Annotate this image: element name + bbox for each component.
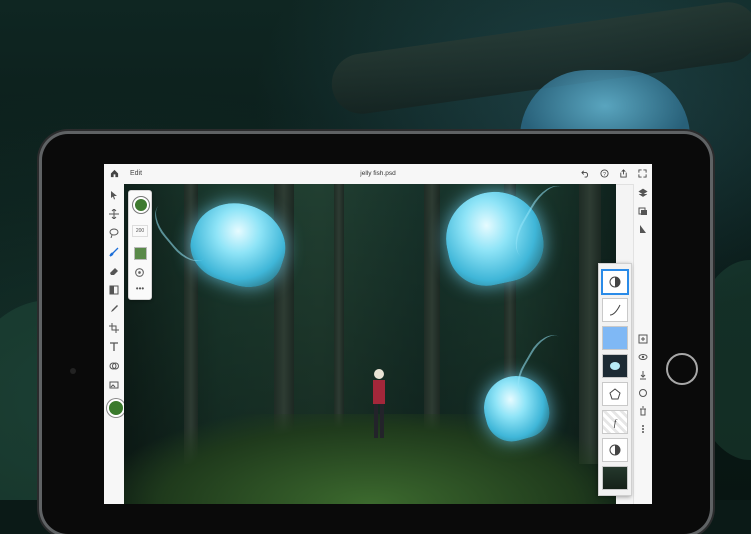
image-icon (610, 362, 620, 370)
fullscreen-icon[interactable] (638, 169, 647, 178)
layer-thumbnail-adjustment[interactable] (602, 270, 628, 294)
adjustments-icon[interactable] (638, 224, 648, 234)
layer-properties-icon[interactable] (638, 206, 648, 216)
shape-icon (609, 388, 621, 400)
image-icon[interactable] (109, 380, 119, 390)
brush-size-field[interactable]: 200 (132, 225, 148, 237)
right-toolbar (633, 184, 652, 504)
eraser-icon[interactable] (109, 266, 119, 276)
add-layer-icon[interactable] (638, 334, 648, 344)
image-canvas[interactable] (124, 184, 616, 504)
adjust-icon (609, 444, 621, 456)
layers-panel: f (598, 263, 632, 496)
select-icon[interactable] (109, 190, 119, 200)
more-options-button[interactable]: ••• (129, 285, 151, 293)
left-toolbar (104, 184, 125, 504)
gradient-icon[interactable] (109, 285, 119, 295)
text-icon[interactable] (109, 342, 119, 352)
delete-icon[interactable] (638, 406, 648, 416)
brush-color-swatch[interactable] (133, 197, 149, 213)
hiker-figure (373, 369, 385, 438)
layer-thumbnail-adjustment-2[interactable] (602, 438, 628, 462)
layers-icon[interactable] (638, 188, 648, 198)
clone-icon[interactable] (109, 361, 119, 371)
camera-icon (70, 368, 76, 374)
app-screen: Edit jelly fish.psd ? 200 ••• f (104, 164, 652, 504)
layer-thumbnail-color-fill[interactable] (602, 326, 628, 350)
layer-thumbnail-background-photo[interactable] (602, 466, 628, 490)
brush-icon[interactable] (109, 247, 119, 257)
brush-options-panel: 200 ••• (128, 190, 152, 300)
ipad-device: Edit jelly fish.psd ? 200 ••• f (42, 134, 710, 534)
more-icon[interactable] (638, 424, 648, 434)
lasso-icon[interactable] (109, 228, 119, 238)
curve-icon (609, 304, 621, 316)
crop-icon[interactable] (109, 323, 119, 333)
brush-settings-icon[interactable] (134, 267, 145, 278)
document-title: jelly fish.psd (360, 170, 396, 177)
layer-thumbnail-shape[interactable] (602, 382, 628, 406)
home-button[interactable] (666, 353, 698, 385)
visibility-icon[interactable] (638, 352, 648, 362)
undo-icon[interactable] (581, 169, 590, 178)
eyedropper-icon[interactable] (109, 304, 119, 314)
foreground-color-swatch[interactable] (107, 399, 125, 417)
share-icon[interactable] (619, 169, 628, 178)
layer-thumbnail-curve[interactable] (602, 298, 628, 322)
text-icon: f (614, 418, 618, 428)
brush-texture-swatch[interactable] (134, 247, 147, 260)
layer-text-glyph: f (614, 418, 618, 428)
merge-icon[interactable] (638, 370, 648, 380)
adjust-icon (609, 276, 621, 288)
help-icon[interactable]: ? (600, 169, 609, 178)
layer-thumbnail-image[interactable] (602, 354, 628, 378)
svg-text:?: ? (603, 172, 606, 178)
app-top-bar: Edit jelly fish.psd ? (104, 164, 652, 185)
layer-thumbnail-text[interactable]: f (602, 410, 628, 434)
mask-icon[interactable] (638, 388, 648, 398)
move-icon[interactable] (109, 209, 119, 219)
